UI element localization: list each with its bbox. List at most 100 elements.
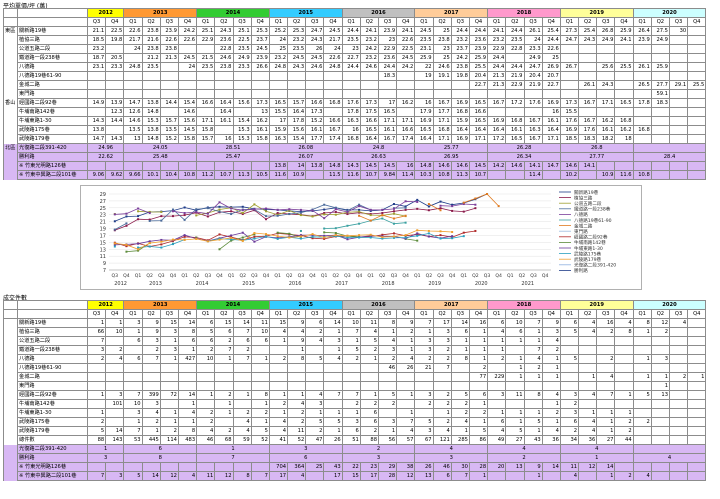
group-label: 北區 [3, 143, 18, 153]
data-cell: 25.5 [614, 62, 634, 72]
data-cell [450, 363, 470, 373]
data-point [346, 210, 349, 213]
data-point [125, 212, 128, 215]
data-cell: 1 [541, 417, 561, 427]
data-cell: 36 [541, 435, 561, 445]
data-cell [305, 71, 325, 81]
data-cell: 16.4 [487, 125, 507, 135]
data-cell [250, 345, 270, 355]
data-cell [614, 336, 634, 346]
data-cell: 15 [214, 318, 234, 328]
data-cell [341, 89, 361, 99]
data-cell: 11.3 [232, 170, 252, 180]
data-cell: 7 [250, 471, 270, 481]
data-cell: 20 [487, 462, 507, 472]
data-cell [578, 471, 598, 481]
group-label [3, 408, 18, 418]
data-cell: 16.2 [396, 98, 416, 108]
group-label [3, 390, 18, 400]
data-cell: 17.1 [432, 116, 452, 126]
row-label: 關新路19巷 [17, 318, 88, 328]
data-cell [141, 462, 161, 472]
row-label: 金城二路 [17, 372, 88, 382]
data-cell: 17.1 [541, 134, 561, 144]
data-cell: 24.3 [305, 35, 325, 45]
data-point [206, 212, 209, 215]
data-cell: 10.8 [432, 170, 452, 180]
data-cell: 17.3 [250, 98, 270, 108]
data-cell: 7 [214, 345, 234, 355]
data-point [474, 197, 477, 200]
table-row: 植協三路 66 10 1 9 3 8 5 6 7 10 4 4 2 1 7 4 1 2 1 3 6 1 4 6 1 3 5 4 2 8 1 2 [3, 327, 707, 337]
x-tick-label: Q1 [414, 273, 421, 279]
x-tick-label: Q1 [367, 273, 374, 279]
data-cell: 2 [432, 399, 452, 409]
data-point [276, 235, 279, 238]
data-cell: 1 [596, 426, 616, 436]
quarter-header: Q1 [123, 309, 143, 319]
data-cell [287, 372, 307, 382]
data-cell [687, 426, 707, 436]
data-cell: 17.1 [377, 116, 398, 126]
data-cell: 11.6 [268, 170, 289, 180]
quarter-header: Q2 [578, 309, 598, 319]
data-cell: 24.4 [505, 62, 525, 72]
summary-cell: 3 [86, 453, 125, 463]
data-cell: 9.62 [105, 170, 125, 180]
data-cell: 7 [523, 345, 543, 355]
data-point [148, 219, 151, 222]
data-cell: 6 [487, 318, 507, 328]
data-cell [396, 372, 416, 382]
data-cell [305, 89, 325, 99]
data-point [241, 209, 244, 212]
data-cell [668, 161, 689, 171]
quarter-header: Q4 [323, 17, 343, 27]
data-cell: 1 [505, 354, 525, 364]
x-tick-label: Q2 [193, 273, 200, 279]
data-cell: 15.6 [287, 125, 307, 135]
quarter-header: Q1 [268, 17, 289, 27]
legend-label: 東門路 [574, 228, 588, 235]
data-cell: 364 [287, 462, 307, 472]
data-cell: 23 [432, 44, 452, 54]
legend-label: 武陵路179巷 [574, 256, 602, 263]
data-cell: 23.3 [105, 62, 125, 72]
quarter-header: Q4 [614, 309, 634, 319]
data-cell: 52 [250, 435, 270, 445]
data-cell: 25 [432, 53, 452, 63]
data-cell [632, 408, 652, 418]
data-cell: 24 [523, 35, 543, 45]
data-cell: 3 [377, 417, 398, 427]
data-cell: 10.8 [177, 170, 198, 180]
data-cell: 16.9 [450, 98, 470, 108]
year-axis-label: 2019 [428, 281, 441, 287]
data-cell: 24.6 [359, 62, 380, 72]
data-cell [123, 53, 143, 63]
data-cell [214, 125, 234, 135]
data-cell: 7 [414, 318, 434, 328]
data-cell: 229 [487, 372, 507, 382]
data-cell: 14.7 [86, 134, 107, 144]
x-tick-label: Q3 [530, 273, 537, 279]
data-cell [432, 372, 452, 382]
x-tick-label: Q2 [146, 273, 153, 279]
data-point [462, 201, 465, 204]
data-cell [578, 89, 598, 99]
data-cell: 7 [232, 327, 252, 337]
quarter-header: Q4 [396, 17, 416, 27]
data-cell: 24.3 [578, 35, 598, 45]
data-cell: 1 [487, 345, 507, 355]
row-label: 光復路二段391-420 [17, 143, 88, 153]
data-cell: 15.4 [287, 134, 307, 144]
data-cell: 16.1 [596, 125, 616, 135]
data-cell [196, 381, 216, 391]
data-cell: 9 [141, 318, 161, 328]
data-cell: 11 [359, 318, 380, 328]
data-cell: 25.3 [287, 26, 307, 36]
data-cell: 52 [287, 435, 307, 445]
data-cell [341, 71, 361, 81]
row-label: 公道五路二段 [17, 44, 88, 54]
data-cell: 43 [323, 462, 343, 472]
data-cell: 1 [650, 381, 671, 391]
data-cell [578, 107, 598, 117]
